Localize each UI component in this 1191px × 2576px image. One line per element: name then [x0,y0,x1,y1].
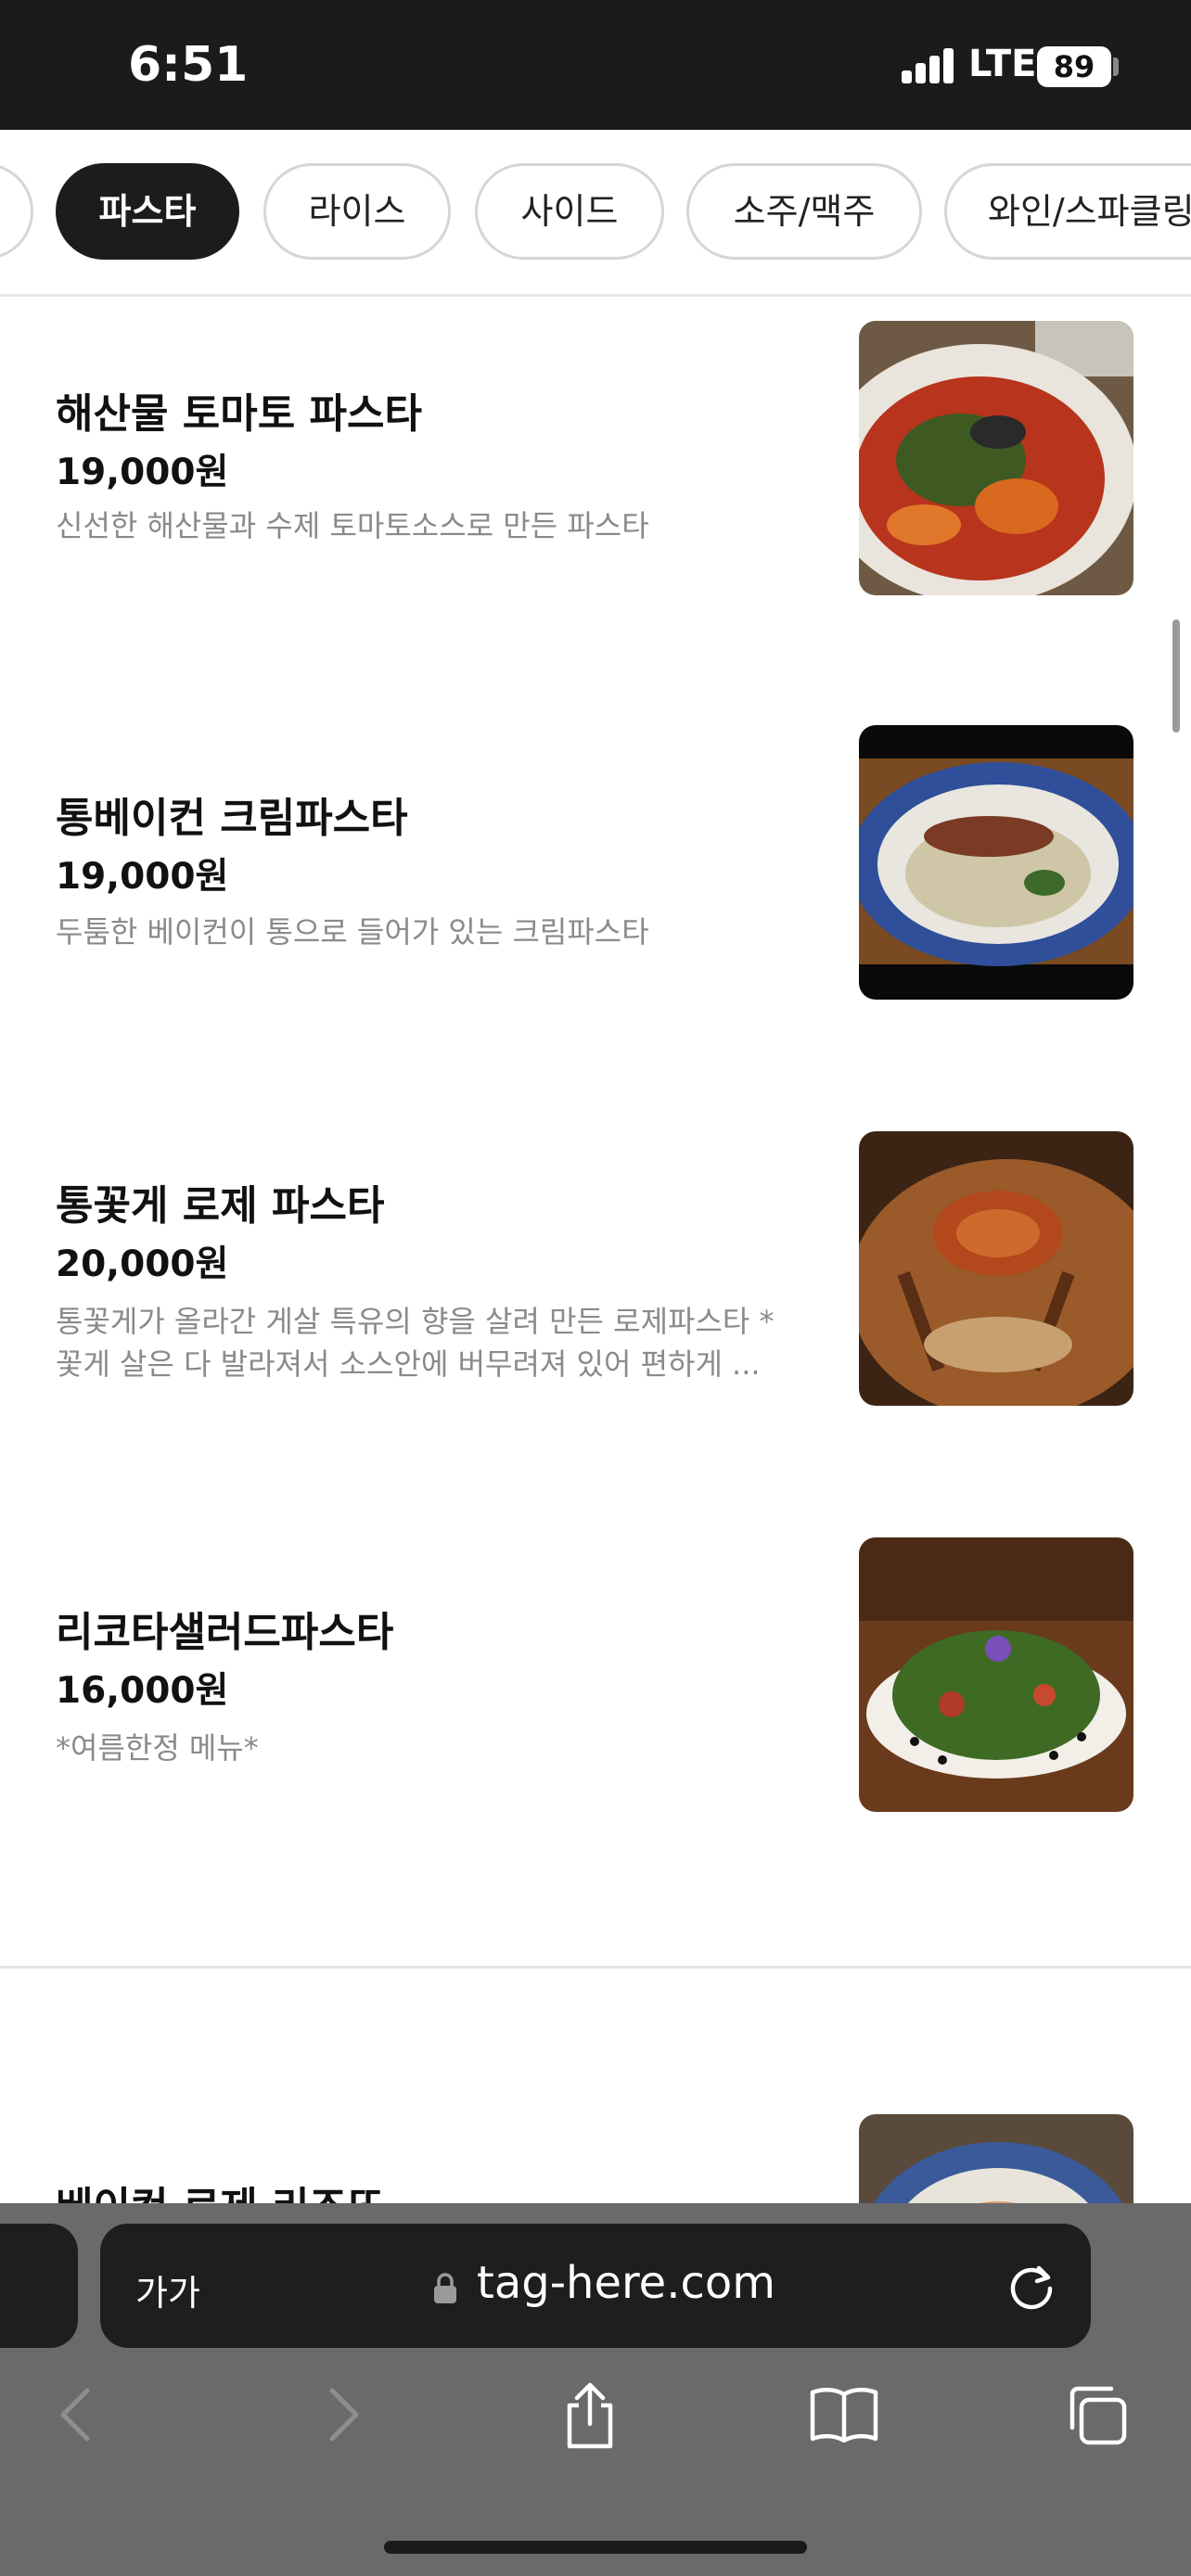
menu-item[interactable]: 리코타샐러드파스타 16,000원 *여름한정 메뉴* [0,1521,1191,1947]
tab-previous[interactable] [0,163,33,260]
battery-icon: 89 [1037,46,1111,87]
menu-item[interactable]: 통꽃게 로제 파스타 20,000원 통꽃게가 올라간 게살 특유의 향을 살려… [0,1113,1191,1539]
tab-pasta[interactable]: 파스타 [56,163,239,260]
page: 6:51 LTE 89 파스타 라이스 사이드 소주/맥주 와인/스파클링 해산… [0,0,1191,2576]
scroll-indicator[interactable] [1172,619,1180,733]
menu-item-photo [859,725,1133,1000]
previous-tab-peek[interactable] [0,2224,78,2348]
menu-item[interactable]: 통베이컨 크림파스타 19,000원 두툼한 베이컨이 통으로 들어가 있는 크… [0,705,1191,1094]
menu-item-name: 통꽃게 로제 파스타 [56,1182,385,1230]
bookmarks-icon[interactable] [807,2378,881,2452]
menu-item-price: 19,000원 [56,856,229,898]
menu-item[interactable]: 해산물 토마토 파스타 19,000원 신선한 해산물과 수제 토마토소스로 만… [0,299,1191,688]
share-icon[interactable] [553,2378,627,2452]
menu-item-photo [859,1131,1133,1406]
lock-icon [434,2273,456,2303]
back-icon[interactable] [43,2378,117,2452]
menu-item-description: 신선한 해산물과 수제 토마토소스로 만든 파스타 [56,508,649,543]
menu-item-description: 통꽃게가 올라간 게살 특유의 향을 살려 만든 로제파스타 * 꽃게 살은 다… [56,1304,775,1382]
home-indicator [384,2541,807,2554]
signal-icon [902,48,957,83]
menu-item-description: *여름한정 메뉴* [56,1730,259,1766]
menu-item-price: 19,000원 [56,452,229,493]
section-divider [0,1966,1191,1969]
status-bar: 6:51 LTE 89 [0,0,1191,130]
menu-item-description: 두툼한 베이컨이 통으로 들어가 있는 크림파스타 [56,914,649,950]
tab-side[interactable]: 사이드 [475,163,664,260]
network-label: LTE [968,43,1037,85]
browser-toolbar: 가가 tag-here.com [0,2203,1191,2576]
forward-icon[interactable] [302,2378,377,2452]
tab-rice[interactable]: 라이스 [263,163,451,260]
menu-item-price: 20,000원 [56,1243,229,1285]
url-text: tag-here.com [477,2257,775,2309]
menu-item-photo [859,321,1133,595]
text-size-button[interactable]: 가가 [135,2264,200,2315]
menu-item-name: 통베이컨 크림파스타 [56,795,408,842]
menu-item-name: 해산물 토마토 파스타 [56,390,422,438]
status-time: 6:51 [128,37,249,93]
reload-icon[interactable] [1005,2259,1059,2313]
tab-wine-sparkling[interactable]: 와인/스파클링 [944,163,1191,260]
tab-soju-beer[interactable]: 소주/맥주 [686,163,922,260]
address-bar[interactable]: 가가 tag-here.com [100,2224,1091,2348]
battery-tip [1113,57,1119,76]
menu-item-price: 16,000원 [56,1670,229,1712]
menu-item-name: 리코타샐러드파스타 [56,1609,394,1656]
tabs-icon[interactable] [1059,2378,1133,2452]
category-tabs: 파스타 라이스 사이드 소주/맥주 와인/스파클링 [0,130,1191,297]
menu-item-photo [859,1537,1133,1812]
